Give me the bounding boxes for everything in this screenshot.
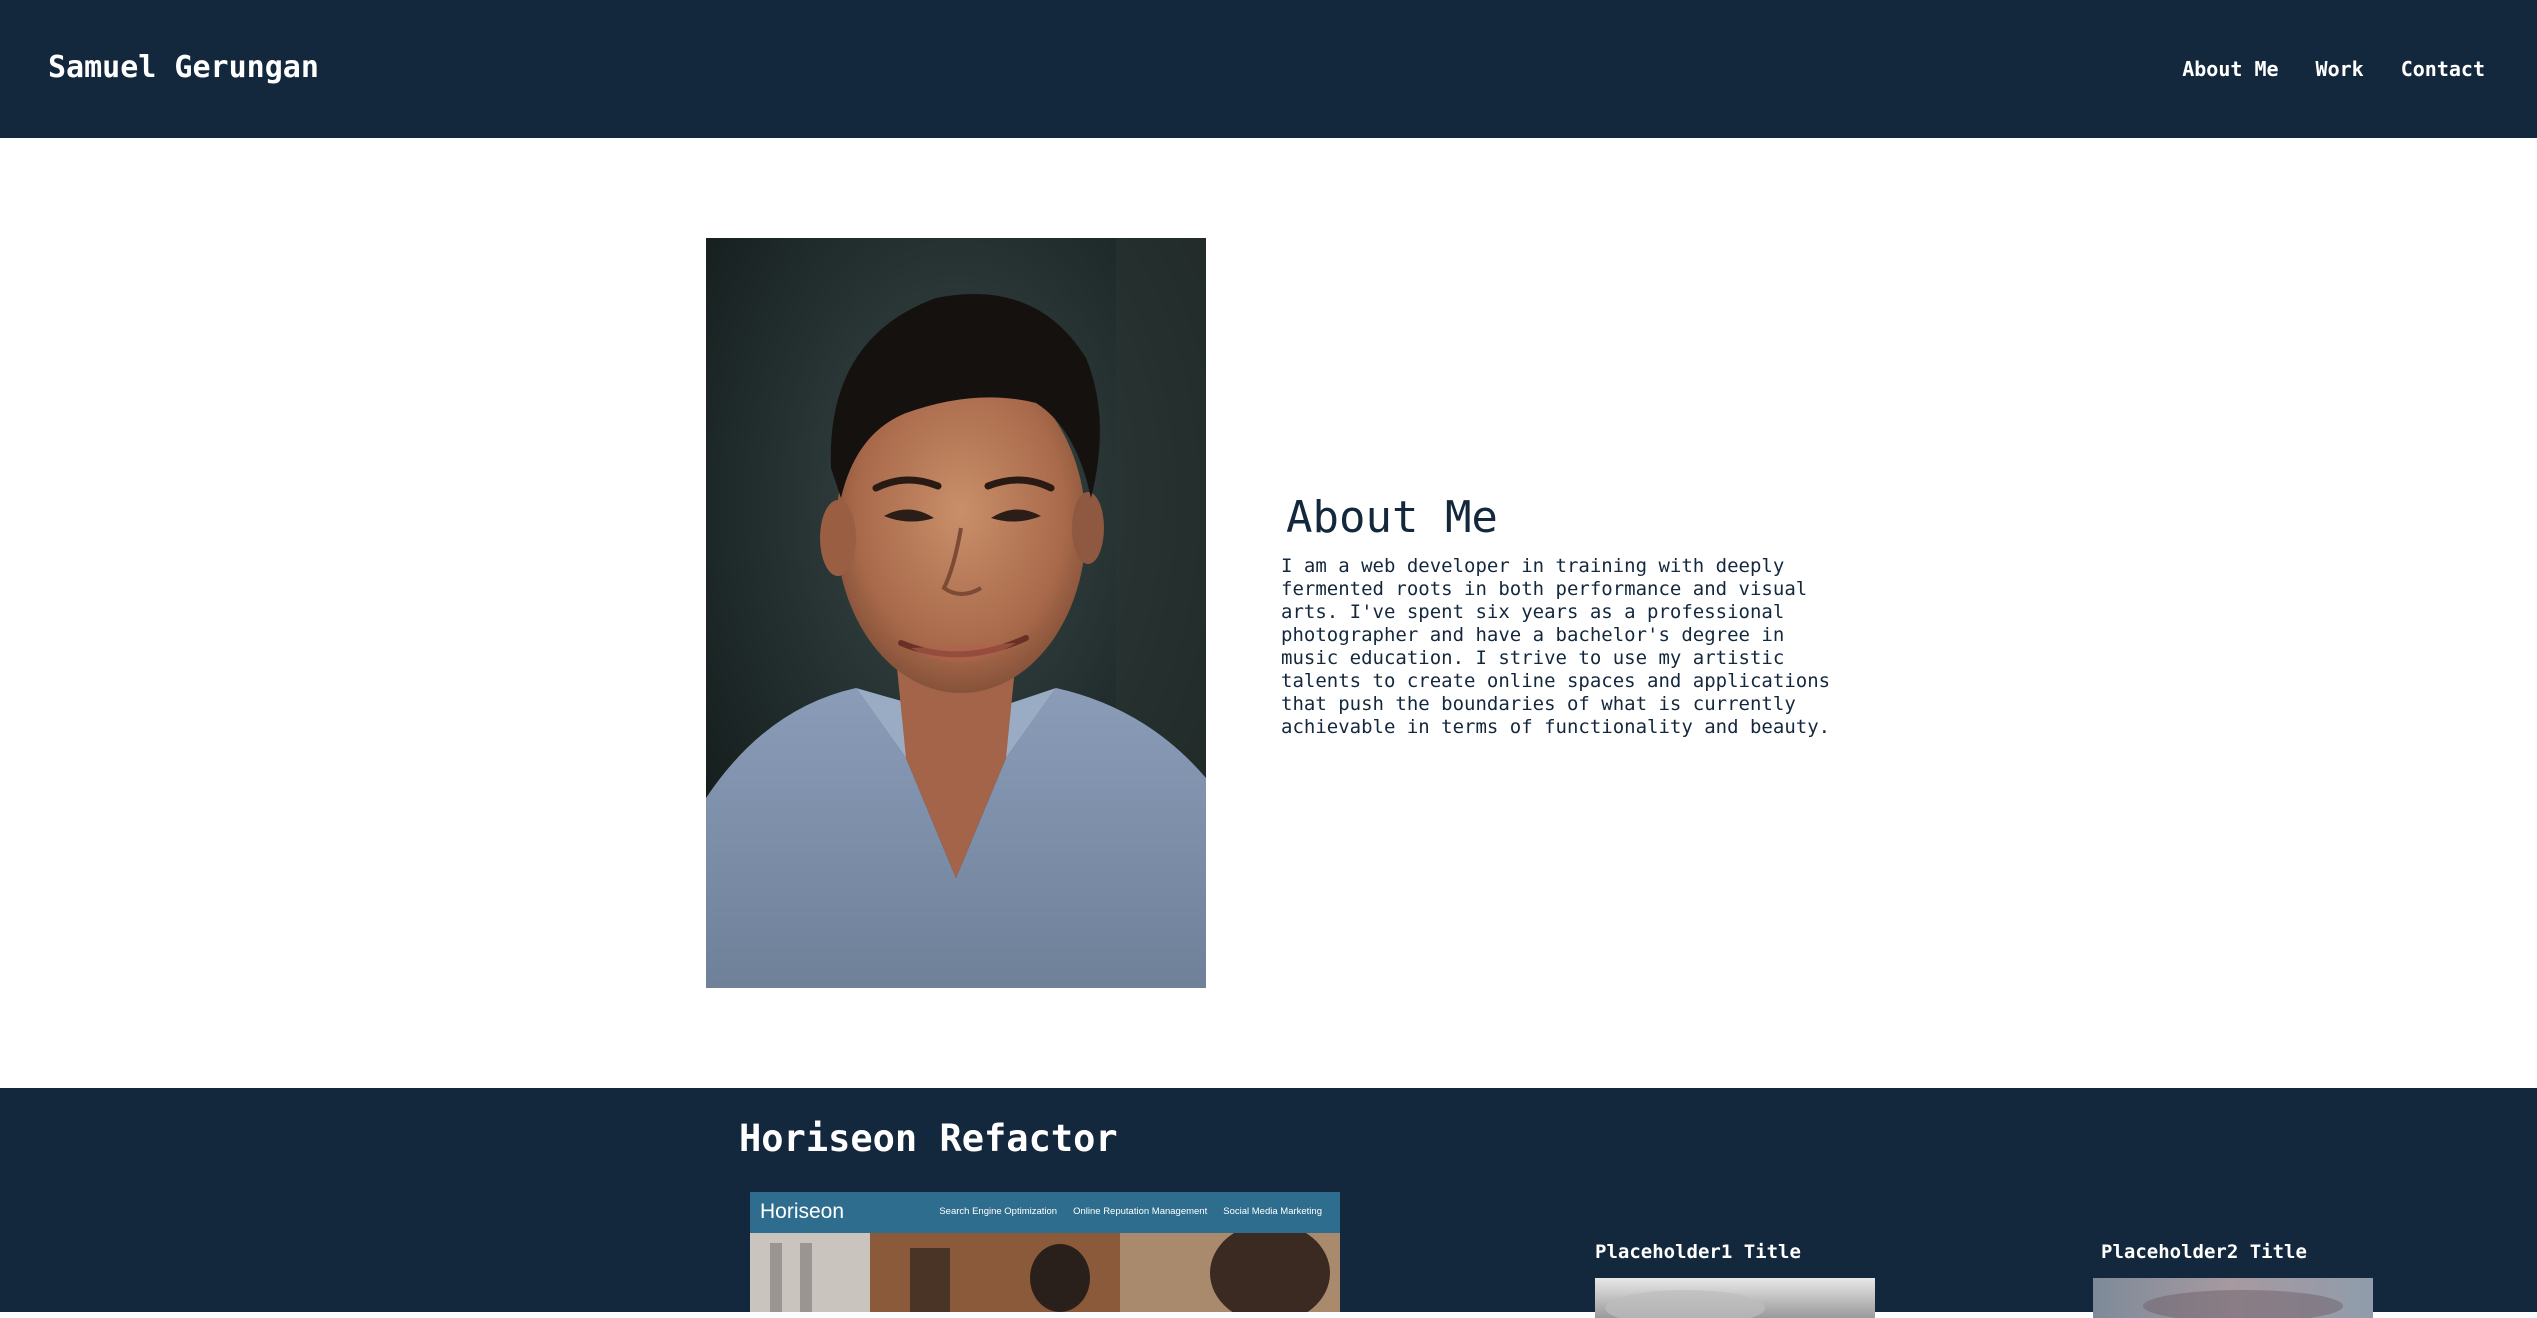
project-preview-image[interactable]: Horiseon Search Engine Optimization Onli… [750, 1192, 1340, 1312]
placeholder-image-1 [1595, 1278, 1875, 1318]
placeholder-title-1: Placeholder1 Title [1595, 1241, 1801, 1263]
preview-photo [750, 1233, 1340, 1312]
site-brand[interactable]: Samuel Gerungan [48, 48, 319, 88]
preview-nav: Search Engine Optimization Online Reputa… [939, 1205, 1322, 1219]
placeholder-card-1[interactable]: Placeholder1 Title [1595, 1240, 1875, 1318]
preview-nav-item: Social Media Marketing [1223, 1206, 1322, 1217]
preview-nav-item: Online Reputation Management [1073, 1206, 1208, 1217]
placeholder-card-2[interactable]: Placeholder2 Title [2093, 1240, 2373, 1318]
nav-link-contact[interactable]: Contact [2401, 56, 2485, 82]
about-title: About Me [1286, 492, 1498, 543]
main-nav: About Me Work Contact [2182, 56, 2485, 82]
profile-photo [706, 238, 1206, 988]
placeholder-image-2 [2093, 1278, 2373, 1318]
placeholder-title-2: Placeholder2 Title [2101, 1241, 2307, 1263]
work-section: Horiseon Refactor Horiseon Search Engine… [0, 1088, 2537, 1318]
about-text: I am a web developer in training with de… [1281, 555, 1831, 738]
site-header: Samuel Gerungan About Me Work Contact [0, 0, 2537, 138]
nav-link-about[interactable]: About Me [2182, 56, 2278, 82]
preview-navbar: Horiseon Search Engine Optimization Onli… [750, 1192, 1340, 1233]
work-project-title[interactable]: Horiseon Refactor [739, 1116, 1118, 1162]
nav-link-work[interactable]: Work [2316, 56, 2364, 82]
preview-nav-item: Search Engine Optimization [939, 1206, 1058, 1217]
preview-logo: Horiseon [760, 1200, 845, 1223]
